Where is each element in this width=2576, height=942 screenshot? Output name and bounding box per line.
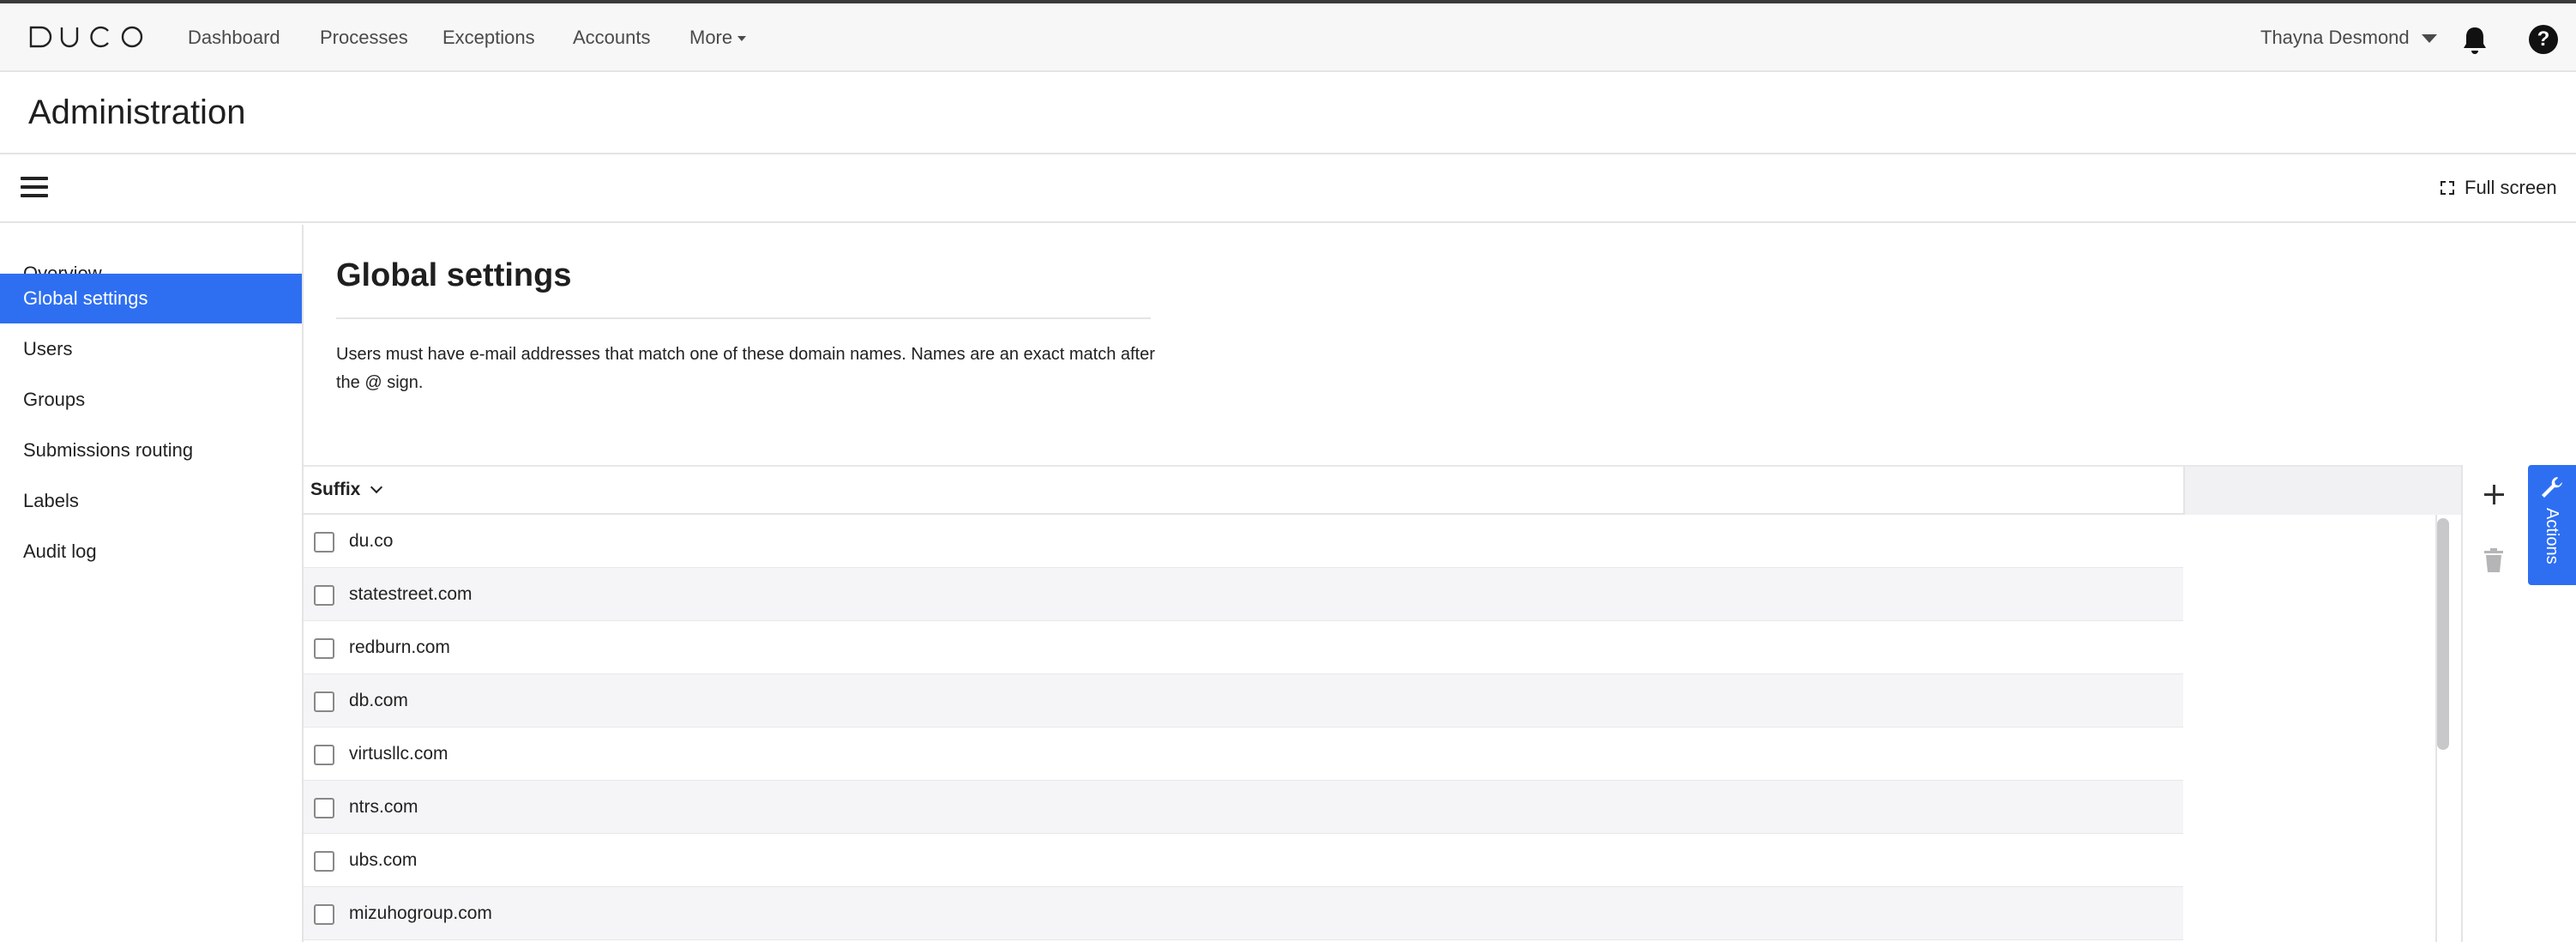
table-header: Suffix (304, 467, 2465, 515)
table-row[interactable]: statestreet.com (304, 568, 2183, 621)
table-row[interactable]: ubs.com (304, 834, 2183, 887)
duco-logo[interactable] (27, 22, 147, 51)
sidebar-item-global-settings[interactable]: Global settings (0, 274, 302, 323)
table-row[interactable]: ntrs.com (304, 781, 2183, 834)
row-checkbox[interactable] (314, 691, 334, 712)
cell-suffix: du.co (349, 531, 394, 551)
actions-tab-label: Actions (2543, 508, 2561, 565)
user-menu[interactable]: Thayna Desmond (2260, 25, 2437, 51)
actions-panel-tab[interactable]: Actions (2528, 465, 2576, 585)
table-row[interactable]: redburn.com (304, 621, 2183, 674)
cell-suffix: ubs.com (349, 850, 418, 870)
vertical-scrollbar[interactable] (2437, 518, 2449, 750)
section-description: Users must have e-mail addresses that ma… (336, 345, 1155, 392)
row-checkbox[interactable] (314, 745, 334, 765)
sidebar-item-groups[interactable]: Groups (0, 375, 302, 425)
section-divider (336, 317, 1151, 319)
sidebar-item-submissions-routing[interactable]: Submissions routing (0, 426, 302, 475)
trash-icon[interactable] (2483, 547, 2504, 573)
chevron-down-icon (370, 480, 383, 494)
nav-more-menu[interactable]: More (689, 25, 747, 51)
suffix-table: Suffix du.co statestreet.com redburn.com… (304, 465, 2465, 942)
cell-suffix: statestreet.com (349, 584, 472, 604)
table-row[interactable]: virtusllc.com (304, 728, 2183, 781)
nav-more-label: More (689, 27, 733, 48)
nav-accounts[interactable]: Accounts (573, 25, 651, 51)
sidebar-item-audit-log[interactable]: Audit log (0, 527, 302, 577)
cell-suffix: db.com (349, 691, 408, 710)
cell-suffix: virtusllc.com (349, 744, 448, 764)
row-checkbox[interactable] (314, 904, 334, 925)
page-title: Administration (28, 94, 246, 131)
row-checkbox[interactable] (314, 585, 334, 606)
caret-down-icon (737, 36, 747, 42)
column-header-suffix[interactable]: Suffix (310, 477, 383, 503)
row-checkbox[interactable] (314, 851, 334, 872)
bell-icon[interactable] (2461, 25, 2489, 56)
cell-suffix: mizuhogroup.com (349, 903, 492, 923)
column-header-empty (2183, 467, 2465, 515)
table-row[interactable]: mizuhogroup.com (304, 887, 2183, 940)
main-content: Global settings Users must have e-mail a… (304, 225, 2576, 942)
fullscreen-label: Full screen (2465, 177, 2557, 198)
row-checkbox[interactable] (314, 798, 334, 818)
table-row[interactable]: db.com (304, 674, 2183, 728)
admin-toolbar: Full screen (0, 154, 2576, 223)
plus-icon[interactable] (2480, 480, 2507, 508)
section-title: Global settings (336, 257, 572, 293)
row-checkbox[interactable] (314, 532, 334, 553)
hamburger-menu-icon[interactable] (21, 177, 48, 199)
help-icon[interactable]: ? (2529, 25, 2558, 54)
admin-sidebar: Overview Global settings Users Groups Su… (0, 225, 304, 942)
expand-icon (2441, 181, 2454, 195)
caret-down-icon (2421, 34, 2437, 44)
cell-suffix: ntrs.com (349, 797, 418, 817)
sidebar-item-labels[interactable]: Labels (0, 476, 302, 526)
wrench-icon (2542, 477, 2562, 498)
cell-suffix: redburn.com (349, 637, 450, 657)
nav-dashboard[interactable]: Dashboard (188, 25, 280, 51)
column-header-label: Suffix (310, 480, 361, 499)
fullscreen-button[interactable]: Full screen (2441, 175, 2557, 201)
top-navigation-bar: Dashboard Processes Exceptions Accounts … (0, 0, 2576, 72)
nav-exceptions[interactable]: Exceptions (442, 25, 535, 51)
nav-processes[interactable]: Processes (320, 25, 408, 51)
sidebar-item-users[interactable]: Users (0, 324, 302, 374)
user-name: Thayna Desmond (2260, 27, 2410, 48)
table-tools (2461, 465, 2526, 942)
row-checkbox[interactable] (314, 638, 334, 659)
page-header: Administration (0, 72, 2576, 154)
table-row[interactable]: du.co (304, 515, 2183, 568)
